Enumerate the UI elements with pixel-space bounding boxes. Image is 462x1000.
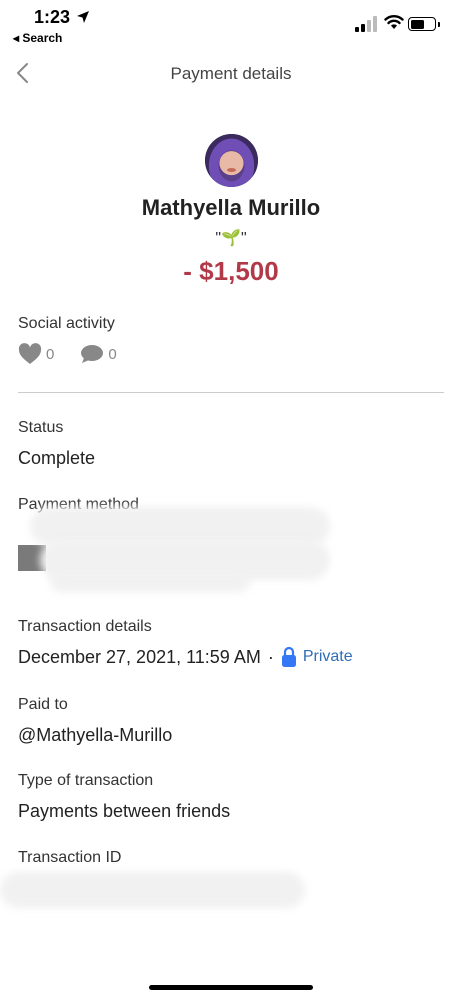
avatar[interactable] (205, 134, 258, 187)
cellular-signal-icon (355, 16, 377, 32)
back-to-search-link[interactable]: ◂ Search (13, 31, 62, 45)
transaction-type-value: Payments between friends (18, 801, 231, 821)
payment-amount: - $1,500 (183, 256, 279, 286)
redacted-area (50, 570, 250, 592)
comment-icon[interactable] (80, 344, 104, 364)
lock-icon (281, 646, 296, 667)
redacted-area (0, 872, 305, 908)
status-value: Complete (18, 448, 96, 468)
comment-count: 0 (108, 345, 117, 363)
divider (18, 392, 444, 393)
page-title: Payment details (170, 64, 292, 83)
status-time: 1:23 (34, 7, 71, 27)
home-indicator[interactable] (149, 985, 313, 990)
transaction-type-label: Type of transaction (18, 772, 154, 789)
transaction-id-label: Transaction ID (18, 849, 122, 866)
wifi-icon (384, 15, 404, 29)
battery-icon (408, 17, 440, 31)
social-activity-label: Social activity (18, 315, 115, 332)
separator-dot: · (267, 646, 274, 667)
transaction-details-label: Transaction details (18, 618, 152, 635)
paid-to-username[interactable]: @Mathyella-Murillo (18, 725, 172, 746)
privacy-setting-link[interactable]: Private (303, 648, 353, 666)
transaction-datetime: December 27, 2021, 11:59 AM (18, 646, 261, 667)
payment-note: "🌱" (215, 230, 247, 247)
social-activity-row: 0 0 (18, 343, 143, 365)
paid-to-label: Paid to (18, 696, 68, 713)
recipient-name: Mathyella Murillo (141, 195, 321, 220)
status-label: Status (18, 419, 64, 436)
transaction-details-line: December 27, 2021, 11:59 AM · Private (18, 646, 353, 668)
like-count: 0 (46, 345, 55, 363)
location-arrow-icon (77, 11, 89, 23)
status-bar: 1:23 ◂ Search (0, 0, 462, 52)
heart-icon[interactable] (18, 343, 42, 365)
